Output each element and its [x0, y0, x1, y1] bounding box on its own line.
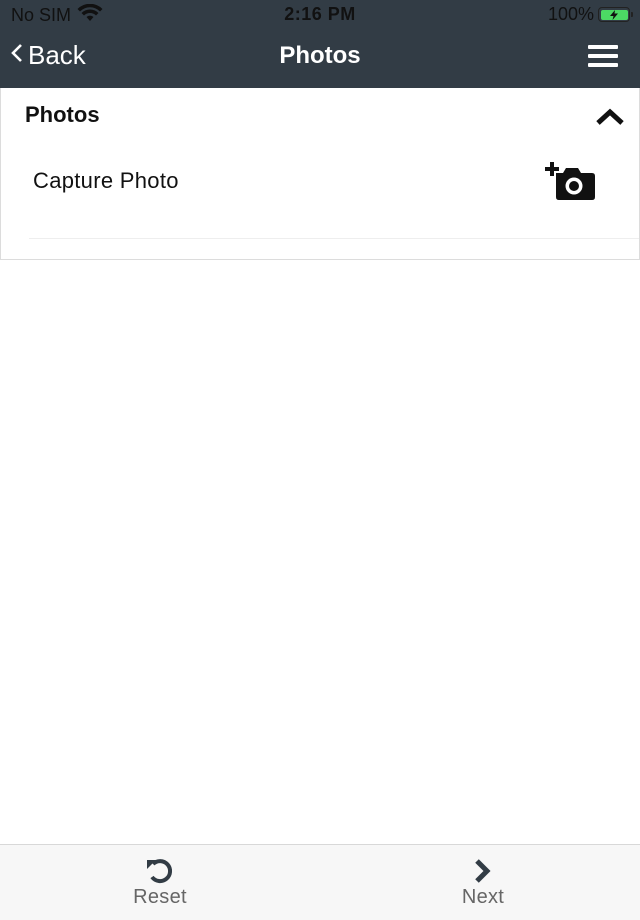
charging-bolt-icon — [610, 9, 618, 20]
status-bar: No SIM 2:16 PM 100% — [0, 0, 640, 28]
navigation-bar: Back Photos — [0, 30, 640, 86]
photos-section: Photos Capture Photo — [0, 88, 640, 260]
add-camera-icon — [545, 162, 595, 200]
page-title: Photos — [279, 42, 361, 69]
hamburger-menu-button[interactable] — [588, 45, 618, 67]
capture-photo-label: Capture Photo — [33, 168, 179, 193]
chevron-right-icon — [475, 859, 491, 883]
back-button[interactable]: Back — [10, 40, 86, 71]
menu-line — [588, 45, 618, 49]
bottom-toolbar: Reset Next — [0, 844, 640, 920]
top-bar: No SIM 2:16 PM 100% Back Photos — [0, 0, 640, 88]
battery-nub — [631, 12, 633, 17]
menu-line — [588, 63, 618, 67]
collapse-section-button[interactable] — [595, 106, 625, 128]
menu-line — [588, 54, 618, 58]
reset-label: Reset — [133, 886, 187, 908]
battery-icon — [598, 7, 633, 22]
undo-icon — [147, 859, 173, 884]
status-right: 100% — [547, 4, 633, 25]
section-title: Photos — [25, 102, 100, 127]
next-button[interactable]: Next — [403, 845, 563, 920]
battery-fill — [600, 9, 628, 20]
chevron-left-icon — [10, 40, 24, 71]
status-time: 2:16 PM — [284, 4, 356, 24]
battery-percent: 100% — [547, 4, 594, 24]
capture-photo-button[interactable] — [545, 162, 599, 202]
reset-button[interactable]: Reset — [80, 845, 240, 920]
back-label: Back — [28, 40, 86, 70]
row-divider — [29, 238, 639, 239]
chevron-up-icon — [596, 108, 624, 125]
next-label: Next — [461, 886, 505, 908]
